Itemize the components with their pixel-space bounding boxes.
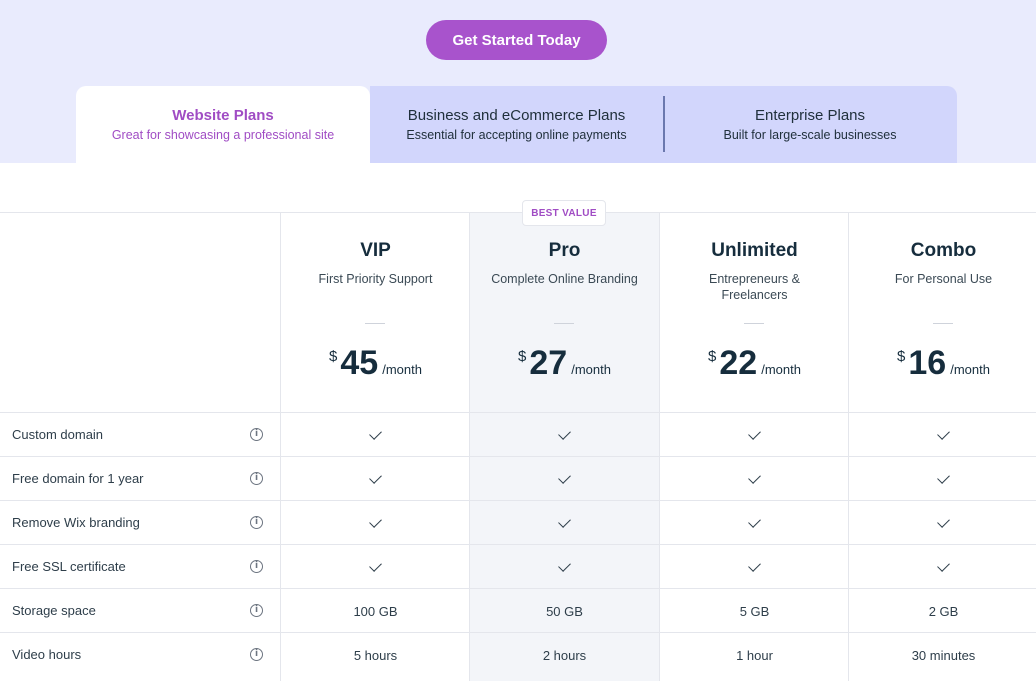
price-period: /month xyxy=(571,362,611,377)
price-amount: 16 xyxy=(908,344,947,382)
plan-name: VIP xyxy=(360,240,391,261)
price-currency: $ xyxy=(708,348,717,365)
feature-cell xyxy=(281,457,470,501)
checkmark-icon xyxy=(748,471,761,484)
tab-title: Enterprise Plans xyxy=(754,106,866,124)
plan-tagline: For Personal Use xyxy=(894,272,993,286)
info-icon[interactable]: i xyxy=(250,604,263,617)
get-started-button[interactable]: Get Started Today xyxy=(426,20,607,60)
tab-website-plans[interactable]: Website Plans Great for showcasing a pro… xyxy=(76,86,370,163)
checkmark-icon xyxy=(748,515,761,528)
feature-label: Remove Wix branding xyxy=(12,515,140,530)
feature-cell xyxy=(470,545,659,589)
tab-subtitle: Essential for accepting online payments xyxy=(406,127,627,142)
feature-cell xyxy=(849,413,1036,457)
checkmark-icon xyxy=(937,427,950,440)
plan-name: Combo xyxy=(910,240,977,261)
feature-cell xyxy=(660,545,849,589)
price-period: /month xyxy=(382,362,422,377)
checkmark-icon xyxy=(369,559,382,572)
plan-separator xyxy=(554,323,574,324)
plan-tagline: Entrepreneurs & Freelancers xyxy=(708,272,801,302)
plan-price: $ 45 /month xyxy=(281,342,470,384)
feature-value: 5 GB xyxy=(739,603,770,619)
feature-label: Video hours xyxy=(12,647,82,662)
plan-separator xyxy=(744,323,764,324)
checkmark-icon xyxy=(369,515,382,528)
checkmark-icon xyxy=(937,559,950,572)
feature-label: Storage space xyxy=(12,603,96,618)
checkmark-icon xyxy=(748,559,761,572)
feature-cell xyxy=(660,413,849,457)
plan-card-unlimited: Unlimited Entrepreneurs & Freelancers $ … xyxy=(660,212,849,412)
info-icon[interactable]: i xyxy=(250,560,263,573)
feature-label: Free SSL certificate xyxy=(12,559,126,574)
feature-label: Free domain for 1 year xyxy=(12,471,144,486)
price-period: /month xyxy=(950,362,990,377)
checkmark-icon xyxy=(369,471,382,484)
feature-value: 2 GB xyxy=(928,603,959,619)
plan-category-tabs: Website Plans Great for showcasing a pro… xyxy=(76,86,957,163)
info-icon[interactable]: i xyxy=(250,648,263,661)
plan-separator xyxy=(365,323,385,324)
price-amount: 45 xyxy=(340,344,379,382)
tab-divider xyxy=(663,96,665,152)
plan-price: $ 16 /month xyxy=(849,342,1036,384)
feature-cell xyxy=(849,545,1036,589)
tab-business-ecommerce-plans[interactable]: Business and eCommerce Plans Essential f… xyxy=(370,86,663,163)
checkmark-icon xyxy=(558,559,571,572)
plan-card-vip: VIP First Priority Support $ 45 /month xyxy=(281,212,470,412)
feature-cell xyxy=(470,501,659,545)
feature-cell xyxy=(660,457,849,501)
checkmark-icon xyxy=(369,427,382,440)
feature-cell xyxy=(660,501,849,545)
info-icon[interactable]: i xyxy=(250,472,263,485)
price-currency: $ xyxy=(329,348,338,365)
feature-cell xyxy=(281,545,470,589)
checkmark-icon xyxy=(937,471,950,484)
price-currency: $ xyxy=(518,348,527,365)
feature-cell xyxy=(849,457,1036,501)
feature-value: 30 minutes xyxy=(911,647,976,663)
plan-price: $ 27 /month xyxy=(470,342,659,384)
checkmark-icon xyxy=(748,427,761,440)
tab-title: Website Plans xyxy=(172,106,274,124)
price-currency: $ xyxy=(897,348,906,365)
price-period: /month xyxy=(761,362,801,377)
checkmark-icon xyxy=(558,471,571,484)
info-icon[interactable]: i xyxy=(250,428,263,441)
tab-subtitle: Built for large-scale businesses xyxy=(723,127,897,142)
checkmark-icon xyxy=(558,427,571,440)
tab-enterprise-plans[interactable]: Enterprise Plans Built for large-scale b… xyxy=(663,86,957,163)
feature-value: 1 hour xyxy=(736,647,773,663)
tab-title: Business and eCommerce Plans xyxy=(407,106,626,124)
feature-cell xyxy=(470,413,659,457)
feature-cell xyxy=(281,413,470,457)
plan-tagline: First Priority Support xyxy=(318,272,433,286)
feature-cell xyxy=(849,501,1036,545)
feature-value: 100 GB xyxy=(353,603,398,619)
checkmark-icon xyxy=(937,515,950,528)
feature-cell xyxy=(470,457,659,501)
plan-name: Unlimited xyxy=(711,240,798,261)
price-amount: 27 xyxy=(529,344,568,382)
plan-price: $ 22 /month xyxy=(660,342,849,384)
feature-cell xyxy=(281,501,470,545)
price-amount: 22 xyxy=(719,344,758,382)
info-icon[interactable]: i xyxy=(250,516,263,529)
feature-value: 5 hours xyxy=(353,647,398,663)
plan-card-combo: Combo For Personal Use $ 16 /month xyxy=(849,212,1036,412)
plan-separator xyxy=(933,323,953,324)
plan-tagline: Complete Online Branding xyxy=(491,272,638,286)
feature-label: Custom domain xyxy=(12,427,104,442)
feature-value: 2 hours xyxy=(542,647,587,663)
checkmark-icon xyxy=(558,515,571,528)
tab-subtitle: Great for showcasing a professional site xyxy=(111,127,335,142)
plan-name: Pro xyxy=(548,240,581,261)
plan-card-pro: Pro Complete Online Branding $ 27 /month xyxy=(470,212,659,412)
feature-value: 50 GB xyxy=(546,603,583,619)
